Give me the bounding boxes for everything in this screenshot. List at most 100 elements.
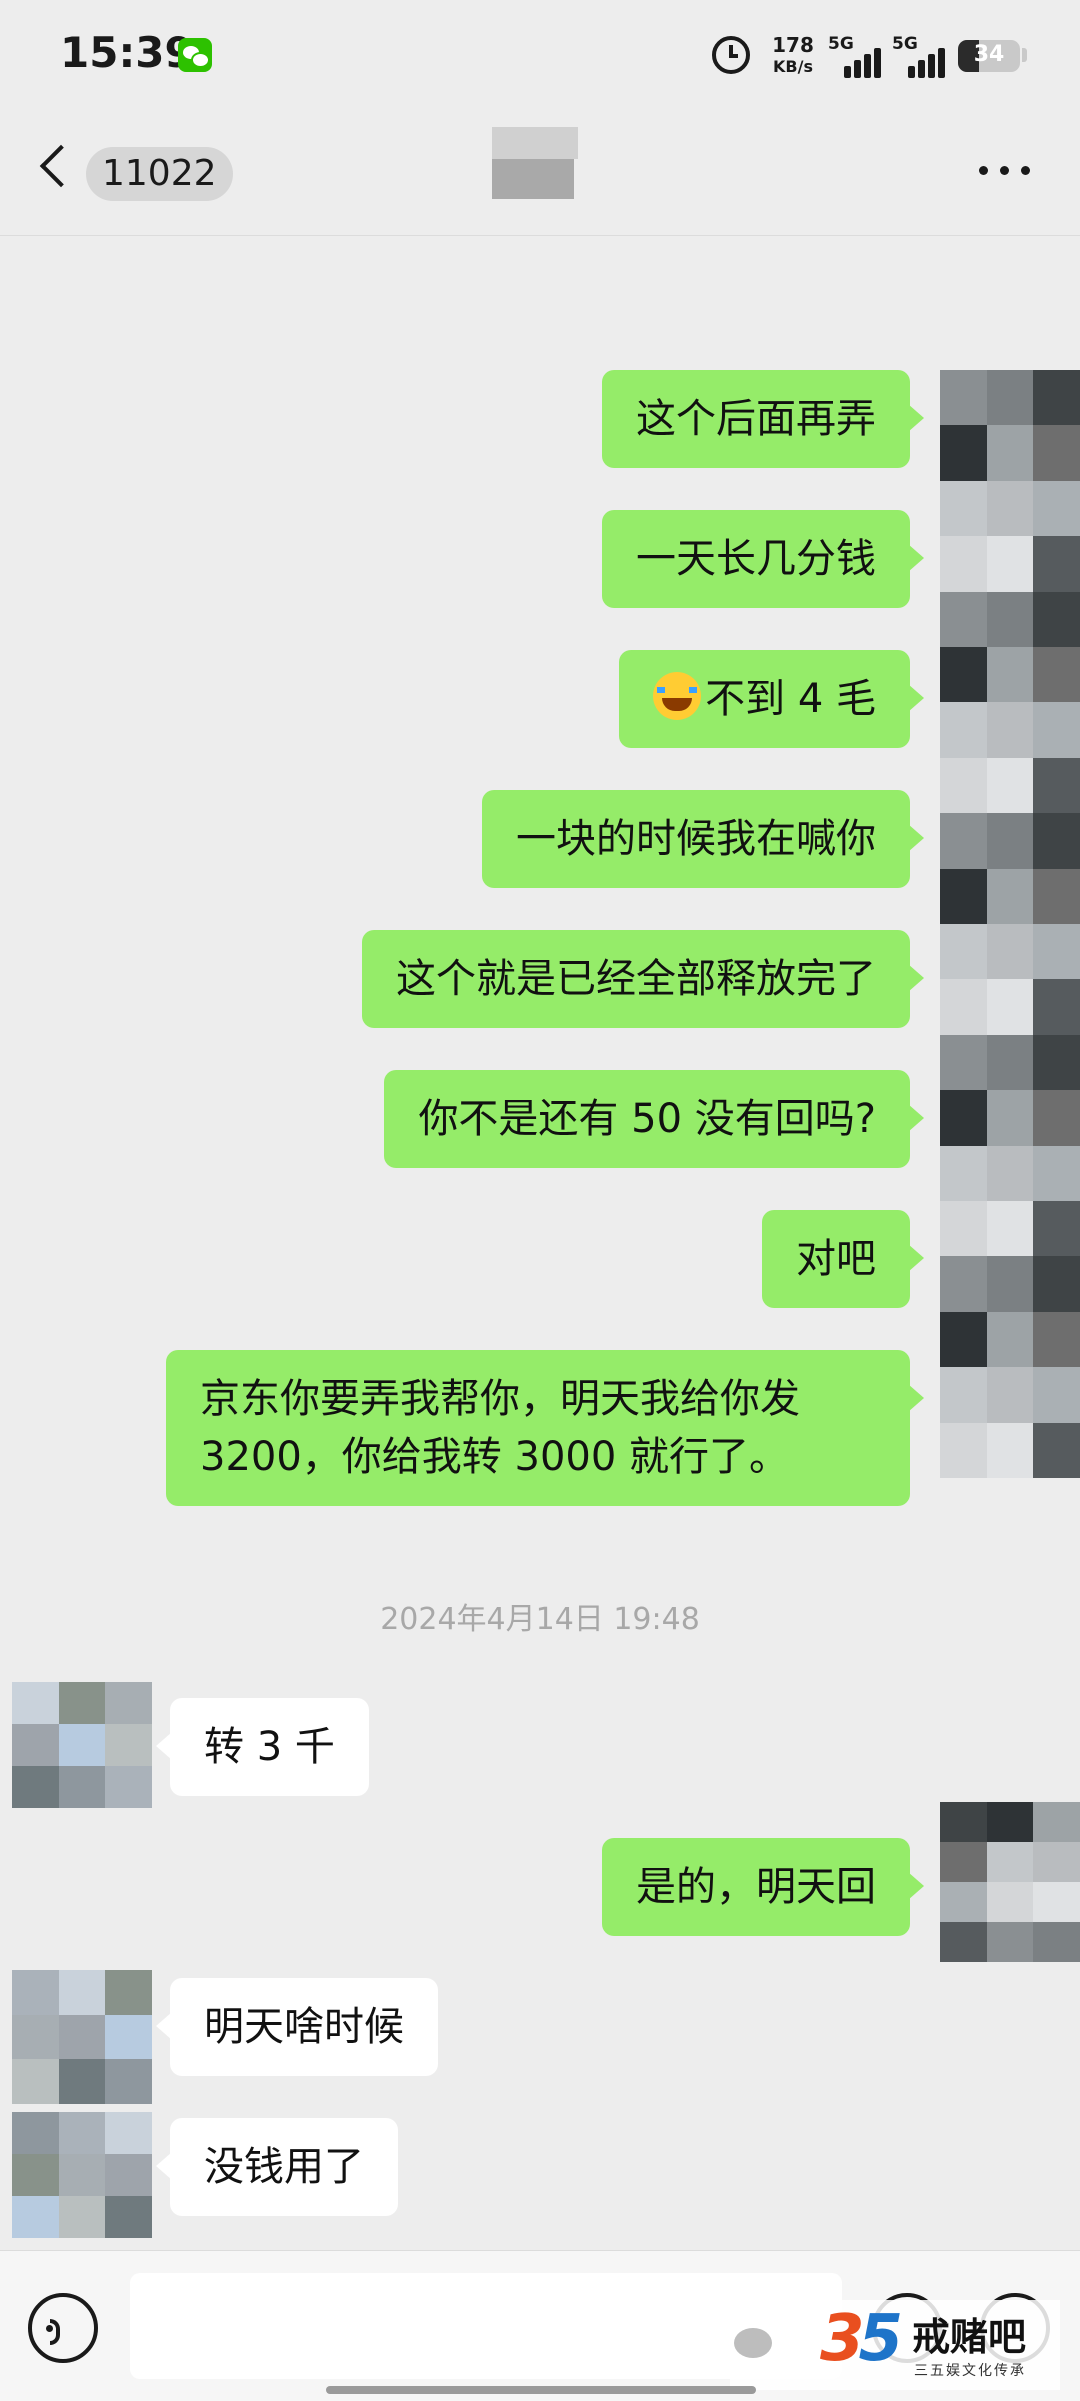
avatar-mosaic-tile: [986, 813, 1034, 869]
avatar-mosaic-tile: [940, 813, 987, 869]
avatar-mosaic-tile: [12, 2014, 59, 2060]
message-bubble-received[interactable]: 没钱用了: [156, 2118, 398, 2216]
avatar-mosaic-tile: [12, 1682, 59, 1724]
my-avatar-redacted[interactable]: [940, 370, 1080, 1478]
avatar-mosaic-tile: [1033, 1802, 1080, 1842]
avatar-mosaic-tile: [986, 757, 1034, 814]
message-text: 你不是还有 50 没有回吗?: [418, 1096, 876, 1142]
avatar-mosaic-tile: [986, 1034, 1034, 1091]
avatar-mosaic-tile: [986, 1256, 1034, 1312]
avatar-mosaic-tile: [58, 2059, 106, 2104]
avatar-mosaic-tile: [1033, 979, 1080, 1035]
avatar-mosaic-tile: [12, 1766, 59, 1808]
alarm-icon: [712, 36, 750, 74]
avatar-mosaic-tile: [105, 2196, 152, 2238]
contact-avatar-redacted[interactable]: [12, 1682, 152, 1808]
message-text: 对吧: [796, 1236, 876, 1282]
message-bubble-sent[interactable]: 对吧: [762, 1210, 924, 1308]
message-bubble-received[interactable]: 明天啥时候: [156, 1978, 438, 2076]
message-text: 不到 4 毛: [705, 676, 876, 722]
message-bubble-received[interactable]: 转 3 千: [156, 1698, 369, 1796]
avatar-mosaic-tile: [12, 2154, 59, 2196]
avatar-mosaic-tile: [940, 370, 987, 426]
watermark-tagline: 三五娱文化传承: [914, 2363, 1026, 2379]
watermark: 35 戒赌吧 三五娱文化传承: [730, 2300, 1060, 2390]
avatar-mosaic-tile: [986, 1882, 1034, 1922]
avatar-mosaic-tile: [1033, 1842, 1080, 1882]
message-list: 这个后面再弄 一天长几分钱 不到 4 毛 一块的时候我在喊你 这个就是已经全部释…: [0, 236, 1080, 2238]
avatar-mosaic-tile: [105, 2059, 152, 2104]
avatar-mosaic-tile: [940, 1034, 987, 1091]
contact-avatar-redacted[interactable]: [12, 1970, 152, 2104]
avatar-mosaic-tile: [58, 2196, 106, 2238]
message-text: 是的，明天回: [636, 1864, 876, 1910]
avatar-mosaic-tile: [12, 2112, 59, 2154]
voice-input-icon[interactable]: [28, 2293, 98, 2363]
avatar-mosaic-tile: [940, 1842, 987, 1882]
message-bubble-sent[interactable]: 一块的时候我在喊你: [482, 790, 924, 888]
avatar-mosaic-tile: [1033, 813, 1080, 869]
avatar-mosaic-tile: [58, 1970, 106, 2015]
avatar-mosaic-tile: [940, 480, 987, 537]
avatar-mosaic-tile: [105, 1724, 152, 1766]
message-bubble-sent[interactable]: 京东你要弄我帮你，明天我给你发 3200，你给我转 3000 就行了。: [166, 1350, 924, 1506]
avatar-mosaic-tile: [1033, 591, 1080, 647]
message-bubble-sent[interactable]: 这个后面再弄: [602, 370, 924, 468]
avatar-mosaic-tile: [105, 2154, 152, 2196]
avatar-mosaic-tile: [105, 2112, 152, 2154]
avatar-mosaic-tile: [1033, 702, 1080, 758]
avatar-mosaic-tile: [58, 2154, 106, 2196]
avatar-mosaic-tile: [940, 1802, 987, 1842]
avatar-mosaic-tile: [1033, 1311, 1080, 1368]
message-text: 一天长几分钱: [636, 536, 876, 582]
battery-icon: 34: [958, 40, 1020, 72]
message-bubble-sent[interactable]: 一天长几分钱: [602, 510, 924, 608]
avatar-mosaic-tile: [1033, 647, 1080, 703]
avatar-mosaic-tile: [986, 480, 1034, 537]
avatar-mosaic-tile: [12, 2196, 59, 2238]
avatar-mosaic-tile: [105, 1682, 152, 1724]
battery-tip: [1022, 48, 1027, 62]
my-avatar-redacted[interactable]: [940, 1802, 1080, 1962]
avatar-mosaic-tile: [1033, 757, 1080, 814]
avatar-mosaic-tile: [986, 1922, 1034, 1962]
message-bubble-sent[interactable]: 这个就是已经全部释放完了: [362, 930, 924, 1028]
avatar-mosaic-tile: [12, 1724, 59, 1766]
avatar-mosaic-tile: [940, 1422, 987, 1478]
avatar-mosaic-tile: [1033, 1882, 1080, 1922]
avatar-mosaic-tile: [12, 1970, 59, 2015]
contact-avatar-redacted[interactable]: [12, 2112, 152, 2238]
avatar-mosaic-tile: [940, 647, 987, 703]
network-speed: 178 KB/s: [768, 34, 818, 78]
more-options-icon[interactable]: [975, 159, 1035, 179]
watermark-name: 戒赌吧: [912, 2315, 1027, 2359]
avatar-mosaic-tile: [58, 1766, 106, 1808]
message-bubble-sent[interactable]: 你不是还有 50 没有回吗?: [384, 1070, 924, 1168]
clock: 15:39: [60, 28, 194, 77]
avatar-mosaic-tile: [12, 2059, 59, 2104]
message-bubble-sent[interactable]: 是的，明天回: [602, 1838, 924, 1936]
message-timestamp: 2024年4月14日 19:48: [380, 1602, 700, 1637]
status-bar: 15:39 178 KB/s 5G 5G 34: [0, 0, 1080, 115]
network-speed-value: 178: [772, 33, 814, 57]
wechat-notification-icon: [178, 38, 212, 72]
back-arrow-icon[interactable]: [39, 144, 83, 188]
avatar-mosaic-tile: [940, 702, 987, 758]
avatar-mosaic-tile: [1033, 1422, 1080, 1478]
avatar-mosaic-tile: [986, 647, 1034, 703]
sim2-network-type: 5G: [892, 34, 918, 54]
signal-sim2-icon: 5G: [892, 34, 954, 78]
avatar-mosaic-tile: [986, 1145, 1034, 1201]
avatar-mosaic-tile: [986, 1201, 1034, 1257]
avatar-mosaic-tile: [986, 1367, 1034, 1423]
avatar-mosaic-tile: [1033, 1090, 1080, 1146]
avatar-mosaic-tile: [1033, 1201, 1080, 1257]
unread-count-badge[interactable]: 11022: [86, 147, 233, 201]
avatar-mosaic-tile: [986, 1802, 1034, 1842]
wechat-logo-icon: [734, 2328, 772, 2358]
avatar-mosaic-tile: [1033, 536, 1080, 592]
battery-percent: 34: [973, 42, 1005, 67]
home-indicator[interactable]: [326, 2386, 756, 2394]
message-bubble-sent[interactable]: 不到 4 毛: [619, 650, 924, 748]
avatar-mosaic-tile: [986, 1422, 1034, 1478]
